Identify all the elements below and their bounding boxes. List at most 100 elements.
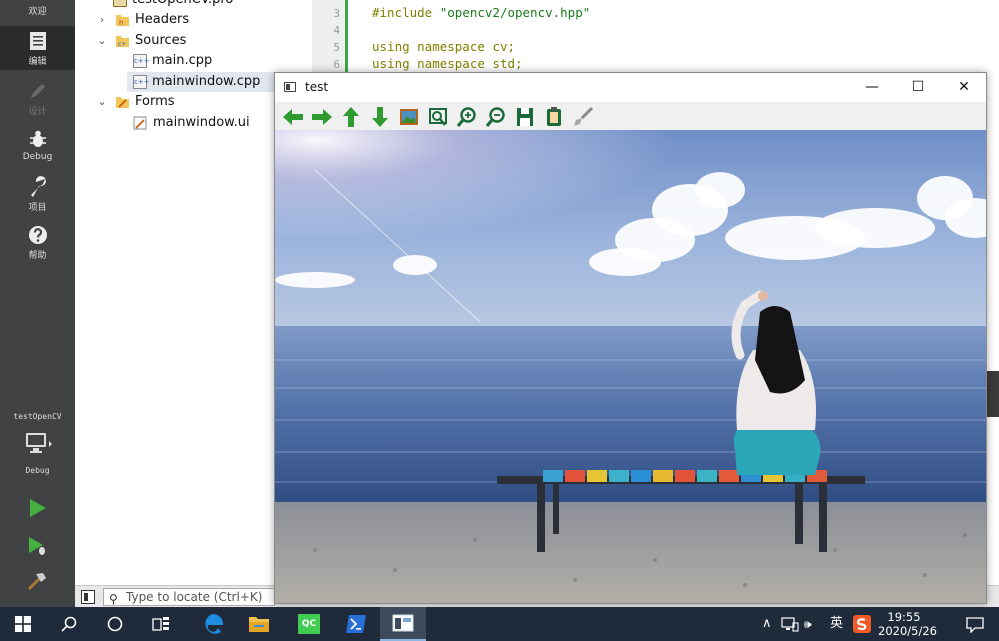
image-toolbar: [275, 102, 986, 130]
zoom-in-icon[interactable]: [456, 106, 478, 128]
close-button[interactable]: ✕: [941, 73, 987, 102]
task-view-button[interactable]: [138, 607, 184, 641]
tree-item-mainwindow-cpp[interactable]: c++ mainwindow.cpp: [127, 72, 287, 92]
window-app-icon: [392, 614, 414, 632]
tree-item-mainwindow-ui[interactable]: mainwindow.ui: [133, 113, 250, 133]
mode-design-label: 设计: [28, 107, 47, 117]
clipboard-icon[interactable]: [543, 106, 565, 128]
save-icon[interactable]: [514, 106, 536, 128]
image-viewport[interactable]: [275, 130, 986, 603]
tray-overflow-chevron[interactable]: ∧: [762, 607, 772, 641]
tree-item-pro-file[interactable]: testOpenCV.pro: [113, 0, 233, 10]
namespace-name: std;: [492, 56, 523, 71]
tree-item-label: mainwindow.cpp: [152, 74, 261, 89]
pro-file-icon: [113, 0, 127, 7]
sidebar-toggle-icon[interactable]: [81, 590, 95, 604]
code-line-include: #include "opencv2/opencv.hpp": [372, 5, 590, 20]
cpp-file-icon: c++: [133, 54, 150, 68]
search-button[interactable]: [46, 607, 92, 641]
qt-creator-app[interactable]: QC: [286, 607, 332, 641]
mode-debug[interactable]: Debug: [0, 128, 75, 168]
taskbar: QC ∧ 🕪 英 19:55 2020/5/26: [0, 607, 999, 641]
tree-folder-label: Forms: [135, 94, 175, 109]
edge-app[interactable]: [190, 607, 236, 641]
include-path-string: "opencv2/opencv.hpp": [439, 5, 591, 20]
mode-projects[interactable]: 项目: [0, 176, 75, 216]
tree-folder-label: Headers: [135, 12, 190, 27]
namespace-name: cv;: [492, 39, 515, 54]
arrow-left-icon[interactable]: [282, 106, 304, 128]
zoom-out-icon[interactable]: [485, 106, 507, 128]
network-icon[interactable]: [781, 617, 799, 632]
cortana-button[interactable]: [92, 607, 138, 641]
powershell-app[interactable]: [333, 607, 379, 641]
code-line-using-std: using namespace std;: [372, 56, 523, 71]
tree-folder-headers[interactable]: › h Headers: [95, 10, 189, 30]
minimize-button[interactable]: —: [849, 73, 895, 102]
window-app-icon: [284, 82, 296, 92]
clock-date: 2020/5/26: [878, 624, 937, 638]
folder-icon: [249, 617, 269, 632]
sogou-input-icon[interactable]: [853, 615, 871, 633]
mode-help[interactable]: 帮助: [0, 224, 75, 264]
mode-help-label: 帮助: [28, 251, 47, 261]
qt-creator-icon: QC: [298, 614, 320, 634]
forms-folder-icon: [116, 97, 129, 108]
test-window-taskbar-item[interactable]: [380, 607, 426, 641]
cortana-circle-icon: [107, 616, 123, 632]
maximize-button[interactable]: ☐: [895, 73, 941, 102]
mode-projects-label: 项目: [28, 203, 47, 213]
chevron-right-icon[interactable]: ›: [95, 10, 109, 30]
kit-build-config: Debug: [25, 466, 50, 475]
build-hammer-icon[interactable]: [26, 570, 48, 592]
using-keyword: using namespace: [372, 56, 485, 71]
ime-indicator[interactable]: 英: [830, 607, 843, 641]
start-button[interactable]: [0, 607, 46, 641]
tree-folder-label: Sources: [135, 33, 187, 48]
kit-selector[interactable]: [24, 430, 54, 458]
chevron-down-icon[interactable]: ⌄: [95, 92, 109, 112]
arrow-down-icon[interactable]: [369, 106, 391, 128]
tree-item-main-cpp[interactable]: c++ main.cpp: [133, 51, 212, 71]
tree-folder-sources[interactable]: ⌄ c+ Sources: [95, 31, 186, 51]
desktop: 欢迎 编辑 设计 Debug 项目 帮助 testOpenCV Debug › …: [0, 0, 999, 641]
tree-item-label: main.cpp: [152, 53, 213, 68]
window-titlebar[interactable]: test — ☐ ✕: [275, 73, 986, 102]
line-number: 4: [333, 24, 340, 37]
arrow-up-icon[interactable]: [340, 106, 362, 128]
mode-welcome[interactable]: 欢迎: [0, 0, 75, 22]
debug-run-icon[interactable]: [26, 535, 48, 557]
mode-selector: 欢迎 编辑 设计 Debug 项目 帮助 testOpenCV Debug: [0, 0, 75, 607]
file-explorer-app[interactable]: [236, 607, 282, 641]
system-clock[interactable]: 19:55 2020/5/26: [878, 610, 937, 638]
pencil-icon: [30, 84, 45, 98]
search-icon: ⚲: [109, 592, 118, 606]
chevron-down-icon[interactable]: ⌄: [95, 31, 109, 51]
locator-input[interactable]: ⚲ Type to locate (Ctrl+K): [103, 588, 275, 606]
using-keyword: using namespace: [372, 39, 485, 54]
mode-design[interactable]: 设计: [0, 80, 75, 120]
svg-text:h: h: [119, 19, 123, 27]
editor-scroll-marker: [986, 371, 999, 417]
line-number: 6: [333, 58, 340, 71]
help-icon: [28, 226, 47, 244]
mode-welcome-label: 欢迎: [28, 7, 47, 17]
edit-mode-icon: [29, 32, 46, 50]
tree-folder-forms[interactable]: ⌄ Forms: [95, 92, 175, 112]
zoom-fit-icon[interactable]: [427, 106, 449, 128]
volume-icon[interactable]: 🕪: [804, 607, 812, 641]
image-open-icon[interactable]: [398, 106, 420, 128]
mode-edit[interactable]: 编辑: [0, 26, 75, 70]
arrow-right-icon[interactable]: [311, 106, 333, 128]
edge-icon: [205, 613, 224, 634]
brush-icon[interactable]: [572, 106, 594, 128]
mode-edit-label: 编辑: [28, 57, 47, 67]
powershell-icon: [346, 615, 366, 633]
code-line-using-cv: using namespace cv;: [372, 39, 515, 54]
window-title: test: [305, 80, 329, 94]
line-number: 3: [333, 7, 340, 20]
preprocessor-keyword: #include: [372, 5, 433, 20]
notification-center-icon[interactable]: [966, 617, 984, 633]
run-icon[interactable]: [26, 497, 48, 519]
ui-file-icon: [133, 116, 147, 130]
